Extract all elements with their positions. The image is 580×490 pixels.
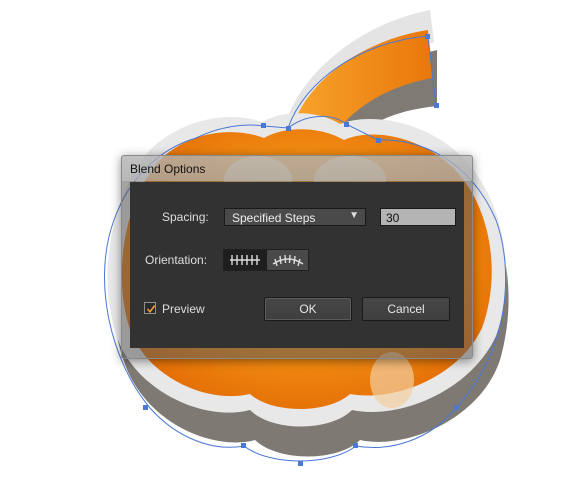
dialog-title: Blend Options — [130, 162, 206, 176]
spacing-label: Spacing: — [162, 210, 209, 224]
blend-options-dialog: Blend Options Spacing: Specified Steps ▼… — [121, 155, 473, 359]
preview-label[interactable]: Preview — [162, 302, 205, 316]
dialog-panel: Spacing: Specified Steps ▼ 30 Orientatio… — [130, 182, 464, 348]
align-to-path-button[interactable] — [266, 250, 308, 270]
cancel-button[interactable]: Cancel — [362, 297, 450, 321]
ok-button[interactable]: OK — [264, 297, 352, 321]
orientation-toggle — [223, 249, 309, 271]
cheek-highlight — [370, 352, 414, 408]
chevron-down-icon: ▼ — [349, 210, 359, 221]
preview-checkbox[interactable] — [144, 302, 156, 314]
spacing-dropdown[interactable]: Specified Steps ▼ — [224, 208, 366, 226]
align-to-page-button[interactable] — [224, 250, 266, 270]
align-to-path-icon — [272, 254, 304, 267]
steps-input[interactable]: 30 — [380, 208, 456, 226]
align-to-page-icon — [230, 255, 260, 265]
orientation-label: Orientation: — [145, 253, 208, 267]
checkmark-icon — [146, 305, 156, 314]
spacing-dropdown-value: Specified Steps — [232, 211, 316, 225]
